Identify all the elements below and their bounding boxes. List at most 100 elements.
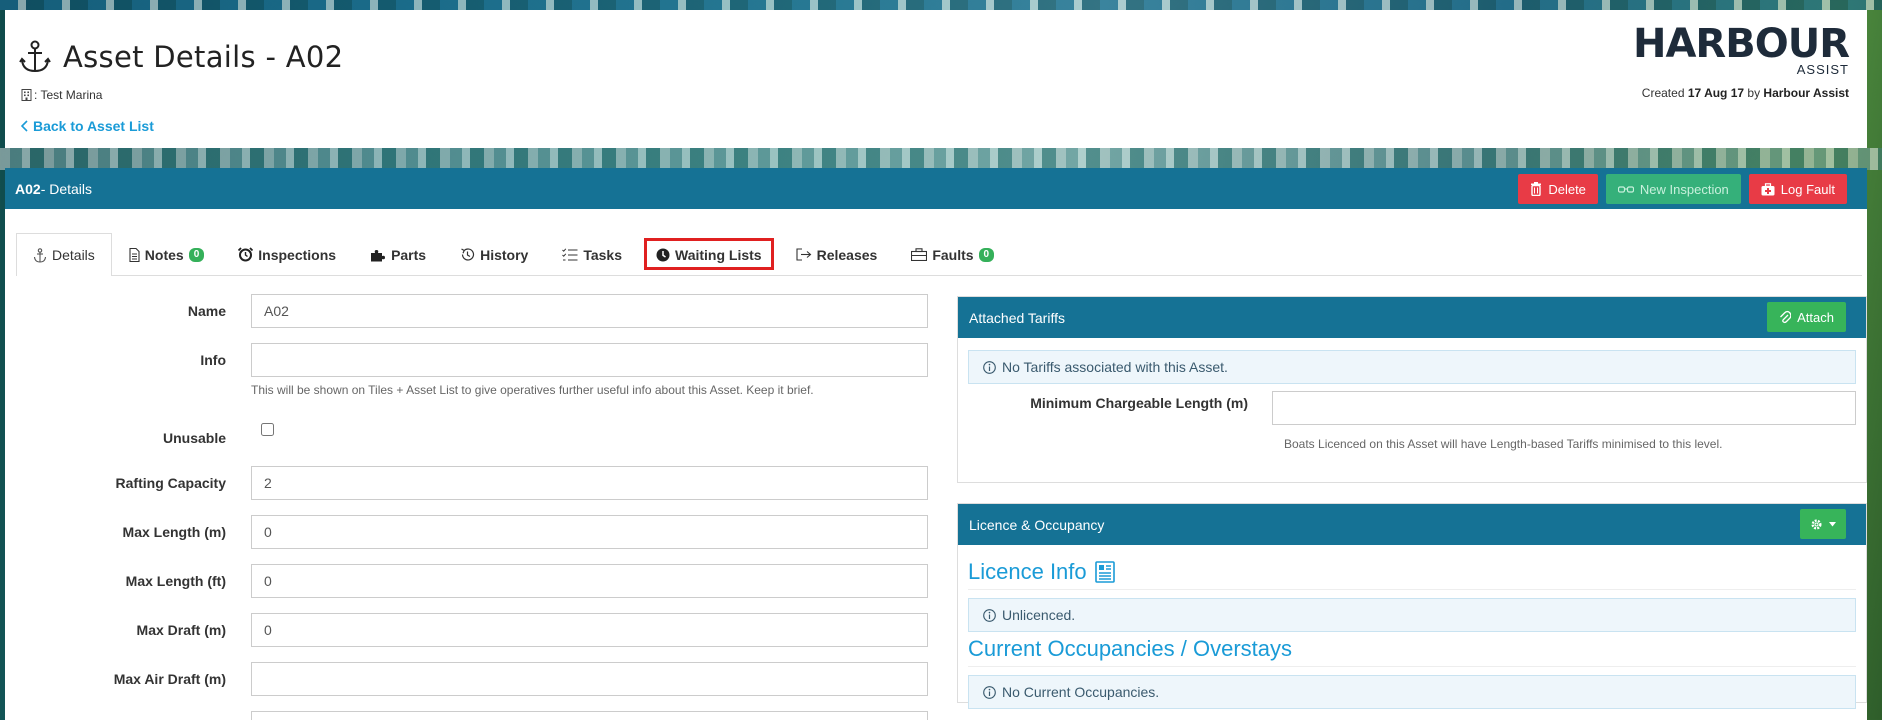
details-panel-header: A02 - Details Delete New Inspection Log … <box>5 168 1867 209</box>
back-to-asset-list-link[interactable]: Back to Asset List <box>21 118 154 134</box>
tab-releases[interactable]: Releases <box>779 233 895 275</box>
task-list-icon <box>562 248 578 261</box>
max-length-ft-input[interactable] <box>251 564 928 598</box>
tab-notes-label: Notes <box>144 246 184 263</box>
no-tariffs-text: No Tariffs associated with this Asset. <box>1002 359 1228 375</box>
licence-occupancy-box: Licence & Occupancy Licence Info Unlicen… <box>957 503 1867 709</box>
licence-occupancy-title: Licence & Occupancy <box>969 516 1105 533</box>
no-tariffs-notice: No Tariffs associated with this Asset. <box>968 350 1856 384</box>
name-label: Name <box>187 303 226 319</box>
licence-occupancy-header: Licence & Occupancy <box>958 504 1866 545</box>
gear-icon <box>1811 519 1822 529</box>
licence-settings-button[interactable] <box>1800 509 1846 539</box>
faults-count-badge: 0 <box>978 247 995 262</box>
chevron-left-icon <box>21 120 28 132</box>
panel-actions: Delete New Inspection Log Fault <box>1518 174 1847 204</box>
log-fault-button[interactable]: Log Fault <box>1748 174 1847 204</box>
history-icon <box>461 248 475 261</box>
first-aid-kit-icon <box>1761 182 1775 195</box>
log-fault-label: Log Fault <box>1780 181 1835 197</box>
attached-tariffs-header: Attached Tariffs Attach <box>958 297 1866 338</box>
max-length-m-input[interactable] <box>251 515 928 549</box>
min-chargeable-length-help: Boats Licenced on this Asset will have L… <box>1284 437 1723 451</box>
attached-tariffs-title: Attached Tariffs <box>969 309 1065 326</box>
marina-name: : Test Marina <box>34 88 103 102</box>
attach-tariff-button[interactable]: Attach <box>1767 302 1846 332</box>
tab-waiting-lists-label: Waiting Lists <box>675 246 762 263</box>
created-date: 17 Aug 17 <box>1687 86 1745 100</box>
id-card-icon <box>1094 561 1115 583</box>
created-by: Harbour Assist <box>1763 86 1849 100</box>
trash-icon <box>1531 182 1542 196</box>
tab-tasks[interactable]: Tasks <box>545 233 639 275</box>
tab-faults-label: Faults <box>932 246 974 263</box>
attached-tariffs-box: Attached Tariffs Attach No Tariffs assoc… <box>957 296 1867 483</box>
info-input[interactable] <box>251 343 928 377</box>
licence-info-heading: Licence Info <box>968 559 1856 590</box>
notes-count-badge: 0 <box>188 247 205 262</box>
harbour-assist-logo: HARBOUR ASSIST <box>1632 21 1850 77</box>
tab-details[interactable]: Details <box>16 233 112 276</box>
background-image-marina <box>0 148 1882 170</box>
tab-notes[interactable]: Notes 0 <box>112 233 221 275</box>
info-circle-icon <box>983 360 996 374</box>
min-chargeable-length-label: Minimum Chargeable Length (m) <box>1030 395 1248 411</box>
name-input[interactable] <box>251 294 928 328</box>
info-circle-icon <box>983 608 996 622</box>
tab-inspections-label: Inspections <box>258 246 337 263</box>
attach-label: Attach <box>1797 309 1834 325</box>
asset-tabs: Details Notes 0 Inspections Parts Histor… <box>16 233 1862 276</box>
background-image-top <box>0 0 1882 10</box>
asset-code: A02 <box>15 180 41 197</box>
max-length-ft-label: Max Length (ft) <box>125 573 226 589</box>
puzzle-icon <box>371 249 386 261</box>
tab-tasks-label: Tasks <box>583 246 622 263</box>
page-title: Asset Details - A02 <box>63 40 344 74</box>
max-air-draft-m-label: Max Air Draft (m) <box>113 671 226 687</box>
alarm-clock-icon <box>238 247 254 262</box>
panel-title-suffix: - Details <box>40 180 93 197</box>
tab-faults[interactable]: Faults 0 <box>894 233 1011 275</box>
tab-parts-label: Parts <box>391 246 427 263</box>
back-link-label: Back to Asset List <box>33 118 154 134</box>
next-field-input[interactable] <box>251 711 928 720</box>
max-air-draft-m-input[interactable] <box>251 662 928 696</box>
tab-parts[interactable]: Parts <box>353 233 443 275</box>
paperclip-icon <box>1780 310 1792 324</box>
anchor-icon <box>19 40 51 73</box>
toolbox-icon <box>911 248 928 261</box>
max-draft-m-label: Max Draft (m) <box>136 622 226 638</box>
unlicenced-notice: Unlicenced. <box>968 598 1856 632</box>
created-info: Created 17 Aug 17 by Harbour Assist <box>1642 86 1849 100</box>
details-panel: A02 - Details Delete New Inspection Log … <box>5 168 1867 720</box>
delete-label: Delete <box>1548 181 1586 197</box>
occupancy-heading: Current Occupancies / Overstays <box>968 636 1856 667</box>
marina-label: : Test Marina <box>21 88 102 102</box>
caret-down-icon <box>1829 521 1836 526</box>
created-prefix: Created <box>1641 86 1688 100</box>
new-inspection-label: New Inspection <box>1639 181 1729 197</box>
tab-inspections[interactable]: Inspections <box>221 233 353 275</box>
created-by-prefix: by <box>1744 86 1764 100</box>
tab-releases-label: Releases <box>816 246 878 263</box>
licence-info-heading-text: Licence Info <box>968 559 1087 584</box>
page-header: Asset Details - A02 : Test Marina Back t… <box>5 10 1867 148</box>
unlicenced-text: Unlicenced. <box>1002 607 1076 623</box>
max-draft-m-input[interactable] <box>251 613 928 647</box>
tab-history-label: History <box>480 246 529 263</box>
unusable-checkbox[interactable] <box>261 423 274 436</box>
anchor-icon <box>33 247 47 263</box>
rafting-capacity-input[interactable] <box>251 466 928 500</box>
logo-brand: HARBOUR <box>1632 21 1850 67</box>
tab-waiting-lists[interactable]: Waiting Lists <box>639 233 779 275</box>
tab-history[interactable]: History <box>443 233 545 275</box>
min-chargeable-length-input[interactable] <box>1272 391 1856 425</box>
new-inspection-button[interactable]: New Inspection <box>1605 174 1741 204</box>
delete-button[interactable]: Delete <box>1518 174 1598 204</box>
info-label: Info <box>200 352 226 368</box>
building-icon <box>21 89 32 101</box>
info-circle-icon <box>983 685 996 699</box>
occupancy-heading-text: Current Occupancies / Overstays <box>968 636 1293 661</box>
no-occupancies-text: No Current Occupancies. <box>1002 684 1160 700</box>
glasses-icon <box>1617 186 1634 193</box>
